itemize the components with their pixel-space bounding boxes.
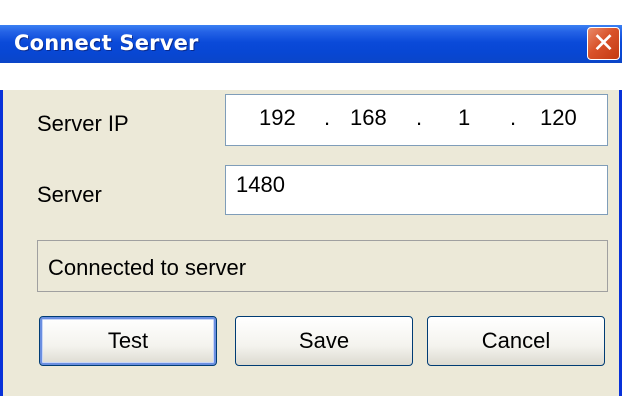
status-box: Connected to server — [37, 240, 608, 292]
close-button[interactable]: ✕ — [587, 27, 620, 60]
ip-octet-2[interactable]: 168 — [350, 105, 387, 131]
server-port-input[interactable]: 1480 — [225, 165, 608, 215]
server-label: Server — [37, 182, 102, 207]
status-text: Connected to server — [48, 255, 247, 280]
server-port-value: 1480 — [236, 172, 285, 197]
ip-separator: . — [510, 105, 517, 130]
server-ip-label: Server IP — [37, 111, 129, 136]
ip-octet-1[interactable]: 192 — [259, 105, 296, 131]
close-icon: ✕ — [592, 28, 615, 59]
ip-octet-3[interactable]: 1 — [458, 105, 470, 131]
window-title: Connect Server — [14, 31, 199, 55]
ip-octet-4[interactable]: 120 — [540, 105, 577, 131]
test-button[interactable]: Test — [39, 316, 217, 366]
ip-separator: . — [324, 105, 331, 130]
titlebar-bar[interactable]: Connect Server ✕ — [0, 25, 622, 63]
connect-server-dialog: Connect Server ✕ Server IP 192 . 168 . 1… — [0, 0, 622, 396]
cancel-button[interactable]: Cancel — [427, 316, 605, 366]
titlebar: Connect Server ✕ — [0, 0, 622, 90]
ip-separator: . — [416, 105, 423, 130]
save-button[interactable]: Save — [235, 316, 413, 366]
server-ip-input[interactable]: 192 . 168 . 1 . 120 — [225, 94, 608, 146]
